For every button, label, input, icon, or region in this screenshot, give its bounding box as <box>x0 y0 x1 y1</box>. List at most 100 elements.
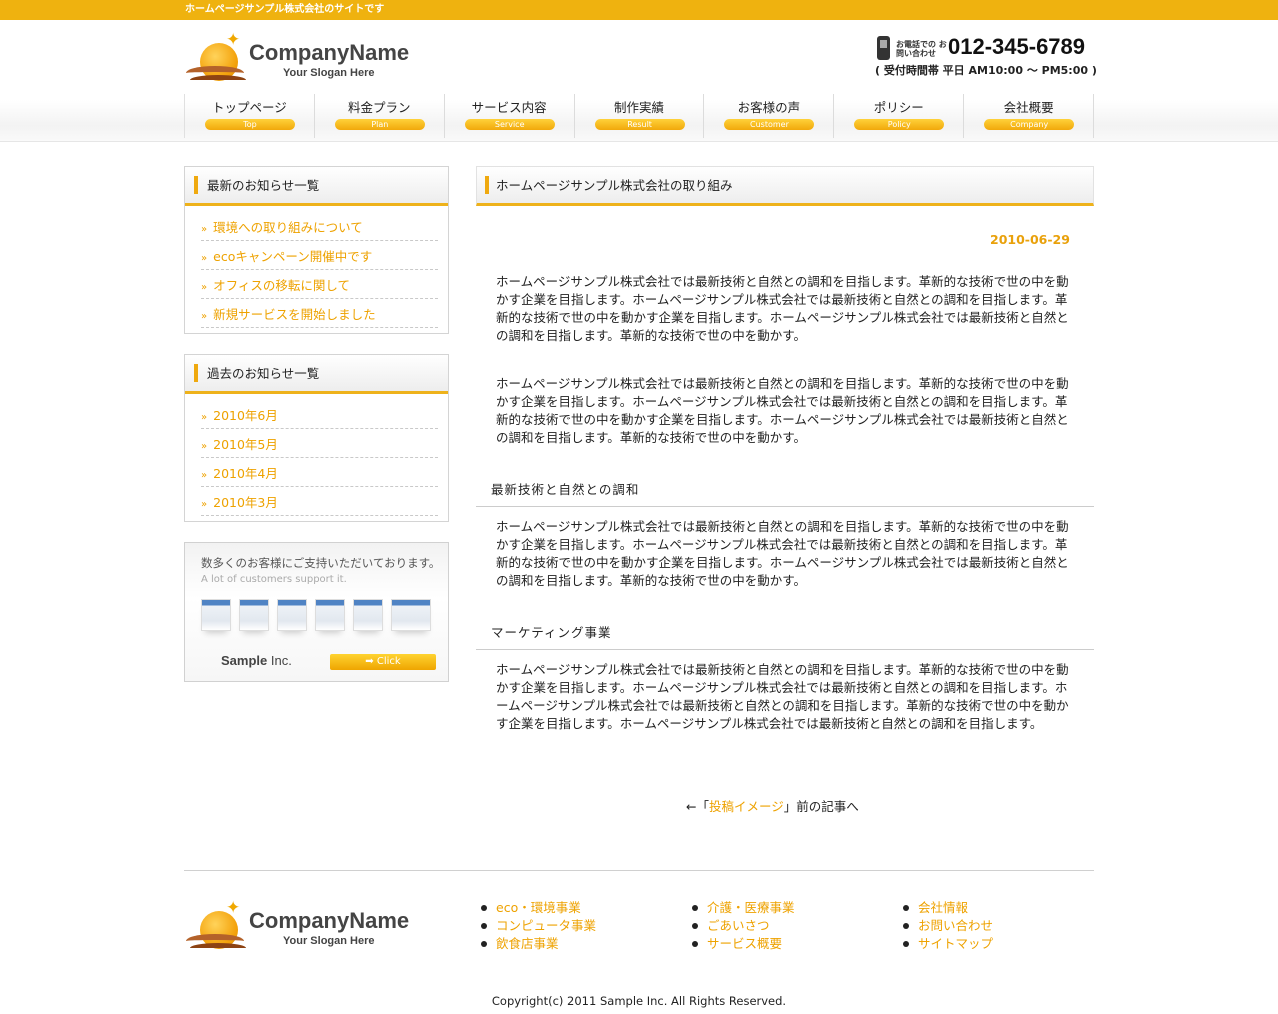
list-item[interactable]: » 2010年6月 <box>201 400 438 429</box>
nav-item-sublabel: Result <box>594 119 685 130</box>
nav-item-policy[interactable]: ポリシー Policy <box>834 94 965 138</box>
banner-company-bold: Sample <box>221 653 268 668</box>
list-item-label: ecoキャンペーン開催中です <box>213 249 373 264</box>
prev-before: ←「 <box>686 799 709 814</box>
header: ✦ CompanyName Your Slogan Here お電話での お問い… <box>0 20 1278 142</box>
list-item[interactable]: » 2010年3月 <box>201 487 438 516</box>
screenshot-thumbnail <box>353 599 383 631</box>
chevron-double-icon: » <box>201 253 208 264</box>
nav-item-sublabel: Company <box>984 119 1075 130</box>
footer-link[interactable]: 飲食店事業 <box>481 935 596 953</box>
footer-link[interactable]: コンピュータ事業 <box>481 917 596 935</box>
nav-item-label: お客様の声 <box>737 100 801 115</box>
nav-item-label: 料金プラン <box>348 100 411 115</box>
nav-item-sublabel: Top <box>205 119 295 130</box>
list-item[interactable]: » 新規サービスを開始しました <box>201 299 438 328</box>
header-logo[interactable]: ✦ CompanyName Your Slogan Here <box>186 32 409 88</box>
list-item-label: 2010年4月 <box>213 466 278 481</box>
previous-article-nav: ←「投稿イメージ」前の記事へ <box>686 796 859 815</box>
wave-icon-lower <box>190 943 246 953</box>
banner-company-rest: Inc. <box>267 653 292 668</box>
screenshot-thumbnail <box>277 599 307 631</box>
footer-logo[interactable]: ✦ CompanyName Your Slogan Here <box>186 900 409 956</box>
article-paragraph: ホームページサンプル株式会社では最新技術と自然との調和を目指します。革新的な技術… <box>496 274 1069 343</box>
list-item[interactable]: » 2010年4月 <box>201 458 438 487</box>
footer-link[interactable]: サイトマップ <box>903 935 993 953</box>
article-title: ホームページサンプル株式会社の取り組み <box>476 166 1094 206</box>
banner-company: Sample Inc. <box>221 653 292 668</box>
nav-item-top[interactable]: トップページ Top <box>185 94 315 138</box>
company-name: CompanyName <box>249 40 410 65</box>
screenshot-thumbnail <box>201 599 231 631</box>
company-name: CompanyName <box>249 908 410 933</box>
screenshot-thumbnail <box>391 599 431 631</box>
list-item-label: 2010年3月 <box>213 495 278 510</box>
phone-label: お電話での お問い合わせ <box>896 40 947 58</box>
top-bar: ホームページサンプル株式会社のサイトです <box>0 0 1278 20</box>
chevron-double-icon: » <box>201 441 208 452</box>
list-item[interactable]: » ecoキャンペーン開催中です <box>201 241 438 270</box>
chevron-double-icon: » <box>201 412 208 423</box>
click-button[interactable]: ➡ Click <box>330 654 436 670</box>
business-hours: ( 受付時間帯 平日 AM10:00 〜 PM5:00 ) <box>875 64 1097 77</box>
list-item-label: 環境への取り組みについて <box>213 220 363 235</box>
nav-item-company[interactable]: 会社概要 Company <box>964 94 1095 138</box>
footer-links-col2: 介護・医療事業 ごあいさつ サービス概要 <box>692 899 795 953</box>
list-item-label: 2010年5月 <box>213 437 278 452</box>
slogan: Your Slogan Here <box>283 935 375 947</box>
post-date: 2010-06-29 <box>990 232 1070 247</box>
customer-support-banner[interactable]: 数多くのお客様にご支持いただいております。 A lot of customers… <box>184 542 449 682</box>
list-item[interactable]: » オフィスの移転に関して <box>201 270 438 299</box>
nav-item-sublabel: Customer <box>724 119 815 130</box>
chevron-double-icon: » <box>201 470 208 481</box>
footer-links-col1: eco・環境事業 コンピュータ事業 飲食店事業 <box>481 899 596 953</box>
screenshot-thumbnail <box>239 599 269 631</box>
footer-link[interactable]: サービス概要 <box>692 935 795 953</box>
phone-icon <box>877 36 890 60</box>
nav-item-label: トップページ <box>212 100 287 115</box>
footer-link[interactable]: 介護・医療事業 <box>692 899 795 917</box>
chevron-double-icon: » <box>201 224 208 235</box>
footer-link[interactable]: ごあいさつ <box>692 917 795 935</box>
list-item[interactable]: » 2010年5月 <box>201 429 438 458</box>
nav-item-label: 制作実績 <box>614 100 665 115</box>
copyright: Copyright(c) 2011 Sample Inc. All Rights… <box>491 994 787 1008</box>
nav-item-label: サービス内容 <box>471 100 547 115</box>
latest-news-box: 最新のお知らせ一覧 » 環境への取り組みについて » ecoキャンペーン開催中です … <box>184 166 449 334</box>
sparkle-icon: ✦ <box>226 30 241 50</box>
article-paragraph: ホームページサンプル株式会社では最新技術と自然との調和を目指します。革新的な技術… <box>496 662 1069 731</box>
banner-headline: 数多くのお客様にご支持いただいております。 <box>201 556 441 570</box>
slogan: Your Slogan Here <box>283 67 375 79</box>
phone-number: 012-345-6789 <box>948 34 1086 59</box>
screenshot-thumbnail <box>315 599 345 631</box>
list-item[interactable]: » 環境への取り組みについて <box>201 212 438 241</box>
prev-after: 」前の記事へ <box>783 799 859 814</box>
article-paragraph: ホームページサンプル株式会社では最新技術と自然との調和を目指します。革新的な技術… <box>496 519 1069 588</box>
nav-item-sublabel: Policy <box>854 119 945 130</box>
list-item-label: 2010年6月 <box>213 408 278 423</box>
sparkle-icon: ✦ <box>226 898 241 918</box>
section-heading: 最新技術と自然との調和 <box>476 479 1094 507</box>
chevron-double-icon: » <box>201 311 208 322</box>
nav-item-label: 会社概要 <box>1003 100 1054 115</box>
nav-item-plan[interactable]: 料金プラン Plan <box>315 94 445 138</box>
chevron-double-icon: » <box>201 282 208 293</box>
latest-news-list: » 環境への取り組みについて » ecoキャンペーン開催中です » オフィスの移転に関… <box>185 206 448 334</box>
nav-item-result[interactable]: 制作実績 Result <box>575 94 705 138</box>
nav-item-customer[interactable]: お客様の声 Customer <box>704 94 835 138</box>
list-item-label: オフィスの移転に関して <box>213 278 351 293</box>
nav-item-service[interactable]: サービス内容 Service <box>445 94 575 138</box>
top-bar-text: ホームページサンプル株式会社のサイトです <box>185 4 385 15</box>
footer-link[interactable]: 会社情報 <box>903 899 993 917</box>
wave-icon-lower <box>190 75 246 85</box>
past-news-title: 過去のお知らせ一覧 <box>185 355 448 394</box>
footer-link[interactable]: お問い合わせ <box>903 917 993 935</box>
banner-subline: A lot of customers support it. <box>201 574 347 585</box>
chevron-double-icon: » <box>201 499 208 510</box>
global-nav: トップページ Top 料金プラン Plan サービス内容 Service 制作実績 Re… <box>184 94 1095 138</box>
footer-divider <box>184 870 1094 871</box>
past-news-list: » 2010年6月 » 2010年5月 » 2010年4月 » 2010年3月 <box>185 394 448 522</box>
footer-link[interactable]: eco・環境事業 <box>481 899 596 917</box>
previous-article-link[interactable]: 投稿イメージ <box>709 799 784 814</box>
latest-news-title: 最新のお知らせ一覧 <box>185 167 448 206</box>
